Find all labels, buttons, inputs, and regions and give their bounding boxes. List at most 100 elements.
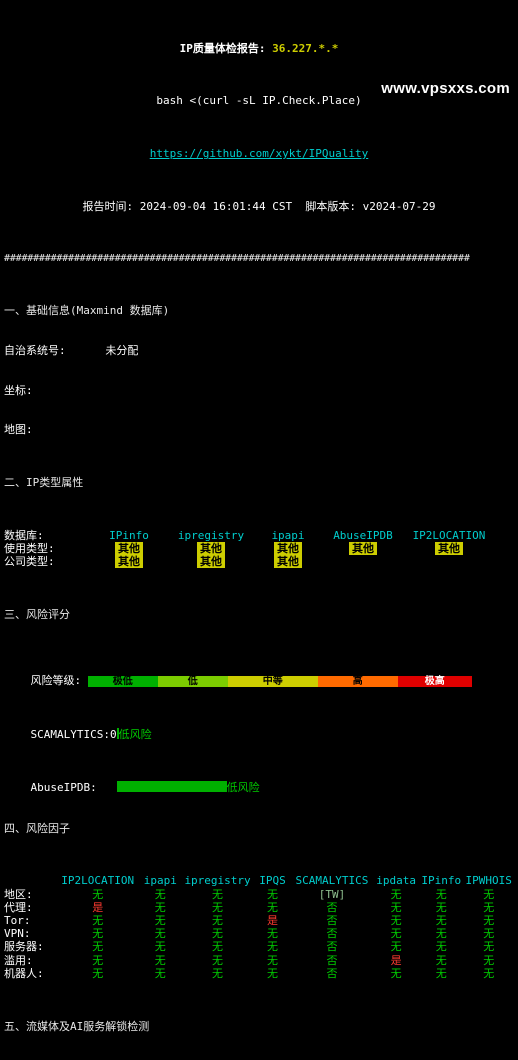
terminal-content: IP质量体检报告: 36.227.*.* bash <(curl -sL IP.… (0, 0, 518, 1060)
repo-url[interactable]: https://github.com/xykt/IPQuality (150, 147, 369, 160)
map-label: 地图: (4, 423, 33, 437)
db-col-4: IP2LOCATION (412, 528, 486, 542)
risk-tor-2: 无 (212, 914, 224, 928)
table-row-bot: 机器人: 无 无 无 无 否 无 无 无 (4, 967, 514, 980)
risk-level-row: 风险等级: 极低低中等高极高 (4, 661, 514, 687)
risk-server-5: 无 (390, 940, 402, 954)
risk-proxy-0: 是 (92, 900, 104, 914)
section3-title: 三、风险评分 (4, 608, 70, 621)
risk-server-0: 无 (92, 940, 104, 954)
risk-bot-4: 否 (326, 966, 338, 980)
watermark: www.vpsxxs.com (381, 80, 510, 97)
risk-vpn-1: 无 (154, 927, 166, 941)
report-title-line: IP质量体检报告: 36.227.*.* (4, 42, 514, 55)
risk-server-1: 无 (154, 940, 166, 954)
risk-seg-low: 低 (157, 676, 228, 687)
table-row-region: 地区: 无 无 无 无 [TW] 无 无 无 (4, 888, 514, 901)
usetype-val-2: 其他 (274, 541, 302, 556)
table-row-server: 服务器: 无 无 无 无 否 无 无 无 (4, 940, 514, 953)
section1-title: 一、基础信息(Maxmind 数据库) (4, 304, 170, 318)
risk-bot-1: 无 (154, 966, 166, 980)
risk-vpn-0: 无 (92, 927, 104, 941)
risk-abuse-3: 无 (266, 953, 278, 967)
risk-bot-0: 无 (92, 966, 104, 980)
risk-server-6: 无 (435, 940, 447, 954)
db-col-3: AbuseIPDB (333, 528, 393, 542)
scamalytics-verdict: 低风险 (118, 727, 152, 741)
risk-vpn-label: VPN: (4, 927, 31, 941)
risk-server-2: 无 (212, 940, 224, 954)
riskdb-col-7: IPWHOIS (465, 874, 512, 888)
coord-label: 坐标: (4, 383, 33, 397)
repo-url-line: https://github.com/xykt/IPQuality (4, 147, 514, 160)
companytype-val-0: 其他 (115, 555, 143, 569)
scamalytics-row: SCAMALYTICS:0 低风险 (4, 714, 514, 741)
risk-abuse-6: 无 (435, 953, 447, 967)
risk-region-4: [TW] (318, 887, 346, 901)
risk-abuse-0: 无 (92, 953, 104, 967)
risk-vpn-5: 无 (390, 927, 402, 941)
risk-region-label: 地区: (4, 887, 33, 901)
report-title: IP质量体检报告: (179, 41, 266, 55)
risk-vpn-6: 无 (435, 927, 447, 941)
risk-abuse-2: 无 (212, 953, 224, 967)
risk-region-7: 无 (483, 887, 495, 901)
risk-seg-verylow: 极低 (87, 676, 158, 687)
asn-value: 未分配 (105, 344, 139, 357)
riskdb-col-6: IPinfo (421, 874, 462, 888)
risk-proxy-2: 无 (212, 900, 224, 914)
abuseipdb-row: AbuseIPDB: 低风险 (4, 768, 514, 794)
riskdb-col-3: IPQS (259, 874, 286, 888)
risk-abuse-7: 无 (483, 953, 495, 967)
db-label: 数据库: (4, 528, 44, 542)
risk-proxy-4: 否 (326, 900, 338, 914)
usetype-label: 使用类型: (4, 541, 55, 555)
db-col-1: ipregistry (177, 528, 245, 542)
risk-vpn-7: 无 (483, 927, 495, 941)
risk-proxy-label: 代理: (4, 900, 33, 914)
risk-seg-veryhigh: 极高 (397, 676, 472, 687)
section1-row-asn: 自治系统号: 未分配 (4, 344, 514, 357)
risk-tor-3: 是 (266, 914, 278, 928)
usetype-val-1: 其他 (197, 541, 225, 556)
risk-vpn-4: 否 (326, 927, 338, 941)
usetype-val-3: 其他 (349, 541, 377, 556)
companytype-label: 公司类型: (4, 555, 55, 569)
table-row-tor: Tor: 无 无 无 是 否 无 无 无 (4, 914, 514, 927)
section5-title: 五、流媒体及AI服务解锁检测 (4, 1019, 150, 1033)
table-row-db: 数据库: IPinfo ipregistry ipapi AbuseIPDB I… (4, 529, 494, 542)
script-version-value: v2024-07-29 (362, 200, 436, 213)
risk-server-7: 无 (483, 940, 495, 954)
scamalytics-label: SCAMALYTICS: (30, 727, 110, 741)
table-row-proxy: 代理: 是 无 无 无 否 无 无 无 (4, 901, 514, 914)
risk-tor-1: 无 (154, 914, 166, 928)
command-text: bash <(curl -sL IP.Check.Place) (156, 94, 362, 108)
usetype-val-4: 其他 (435, 541, 463, 556)
risk-proxy-7: 无 (483, 900, 495, 914)
table-row-vpn: VPN: 无 无 无 无 否 无 无 无 (4, 927, 514, 940)
section1-row-map: 地图: (4, 423, 514, 436)
risk-tor-6: 无 (435, 914, 447, 928)
scamalytics-score: 0 (109, 727, 117, 741)
riskdb-col-5: ipdata (376, 874, 417, 888)
risk-level-label: 风险等级: (30, 674, 82, 687)
report-meta-line: 报告时间: 2024-09-04 16:01:44 CST 脚本版本: v202… (4, 200, 514, 213)
risk-abuse-label: 滥用: (4, 953, 33, 967)
risk-bot-2: 无 (212, 966, 224, 980)
risk-abuse-5: 是 (390, 953, 402, 967)
risk-seg-high: 高 (317, 676, 398, 687)
hash-divider-top: ########################################… (4, 252, 470, 264)
risk-tor-0: 无 (92, 914, 104, 928)
risk-bot-3: 无 (266, 966, 278, 980)
report-time-label: 报告时间: (82, 200, 134, 213)
db-col-0: IPinfo (109, 528, 149, 542)
risk-abuse-4: 否 (326, 953, 338, 967)
risk-proxy-1: 无 (154, 900, 166, 914)
riskfactor-table: IP2LOCATION ipapi ipregistry IPQS SCAMAL… (4, 874, 514, 980)
table-row-riskdb: IP2LOCATION ipapi ipregistry IPQS SCAMAL… (4, 874, 514, 887)
riskdb-col-1: ipapi (143, 874, 177, 888)
risk-bot-6: 无 (435, 966, 447, 980)
risk-region-0: 无 (92, 887, 104, 901)
riskdb-col-0: IP2LOCATION (61, 874, 135, 888)
risk-tor-5: 无 (390, 914, 402, 928)
